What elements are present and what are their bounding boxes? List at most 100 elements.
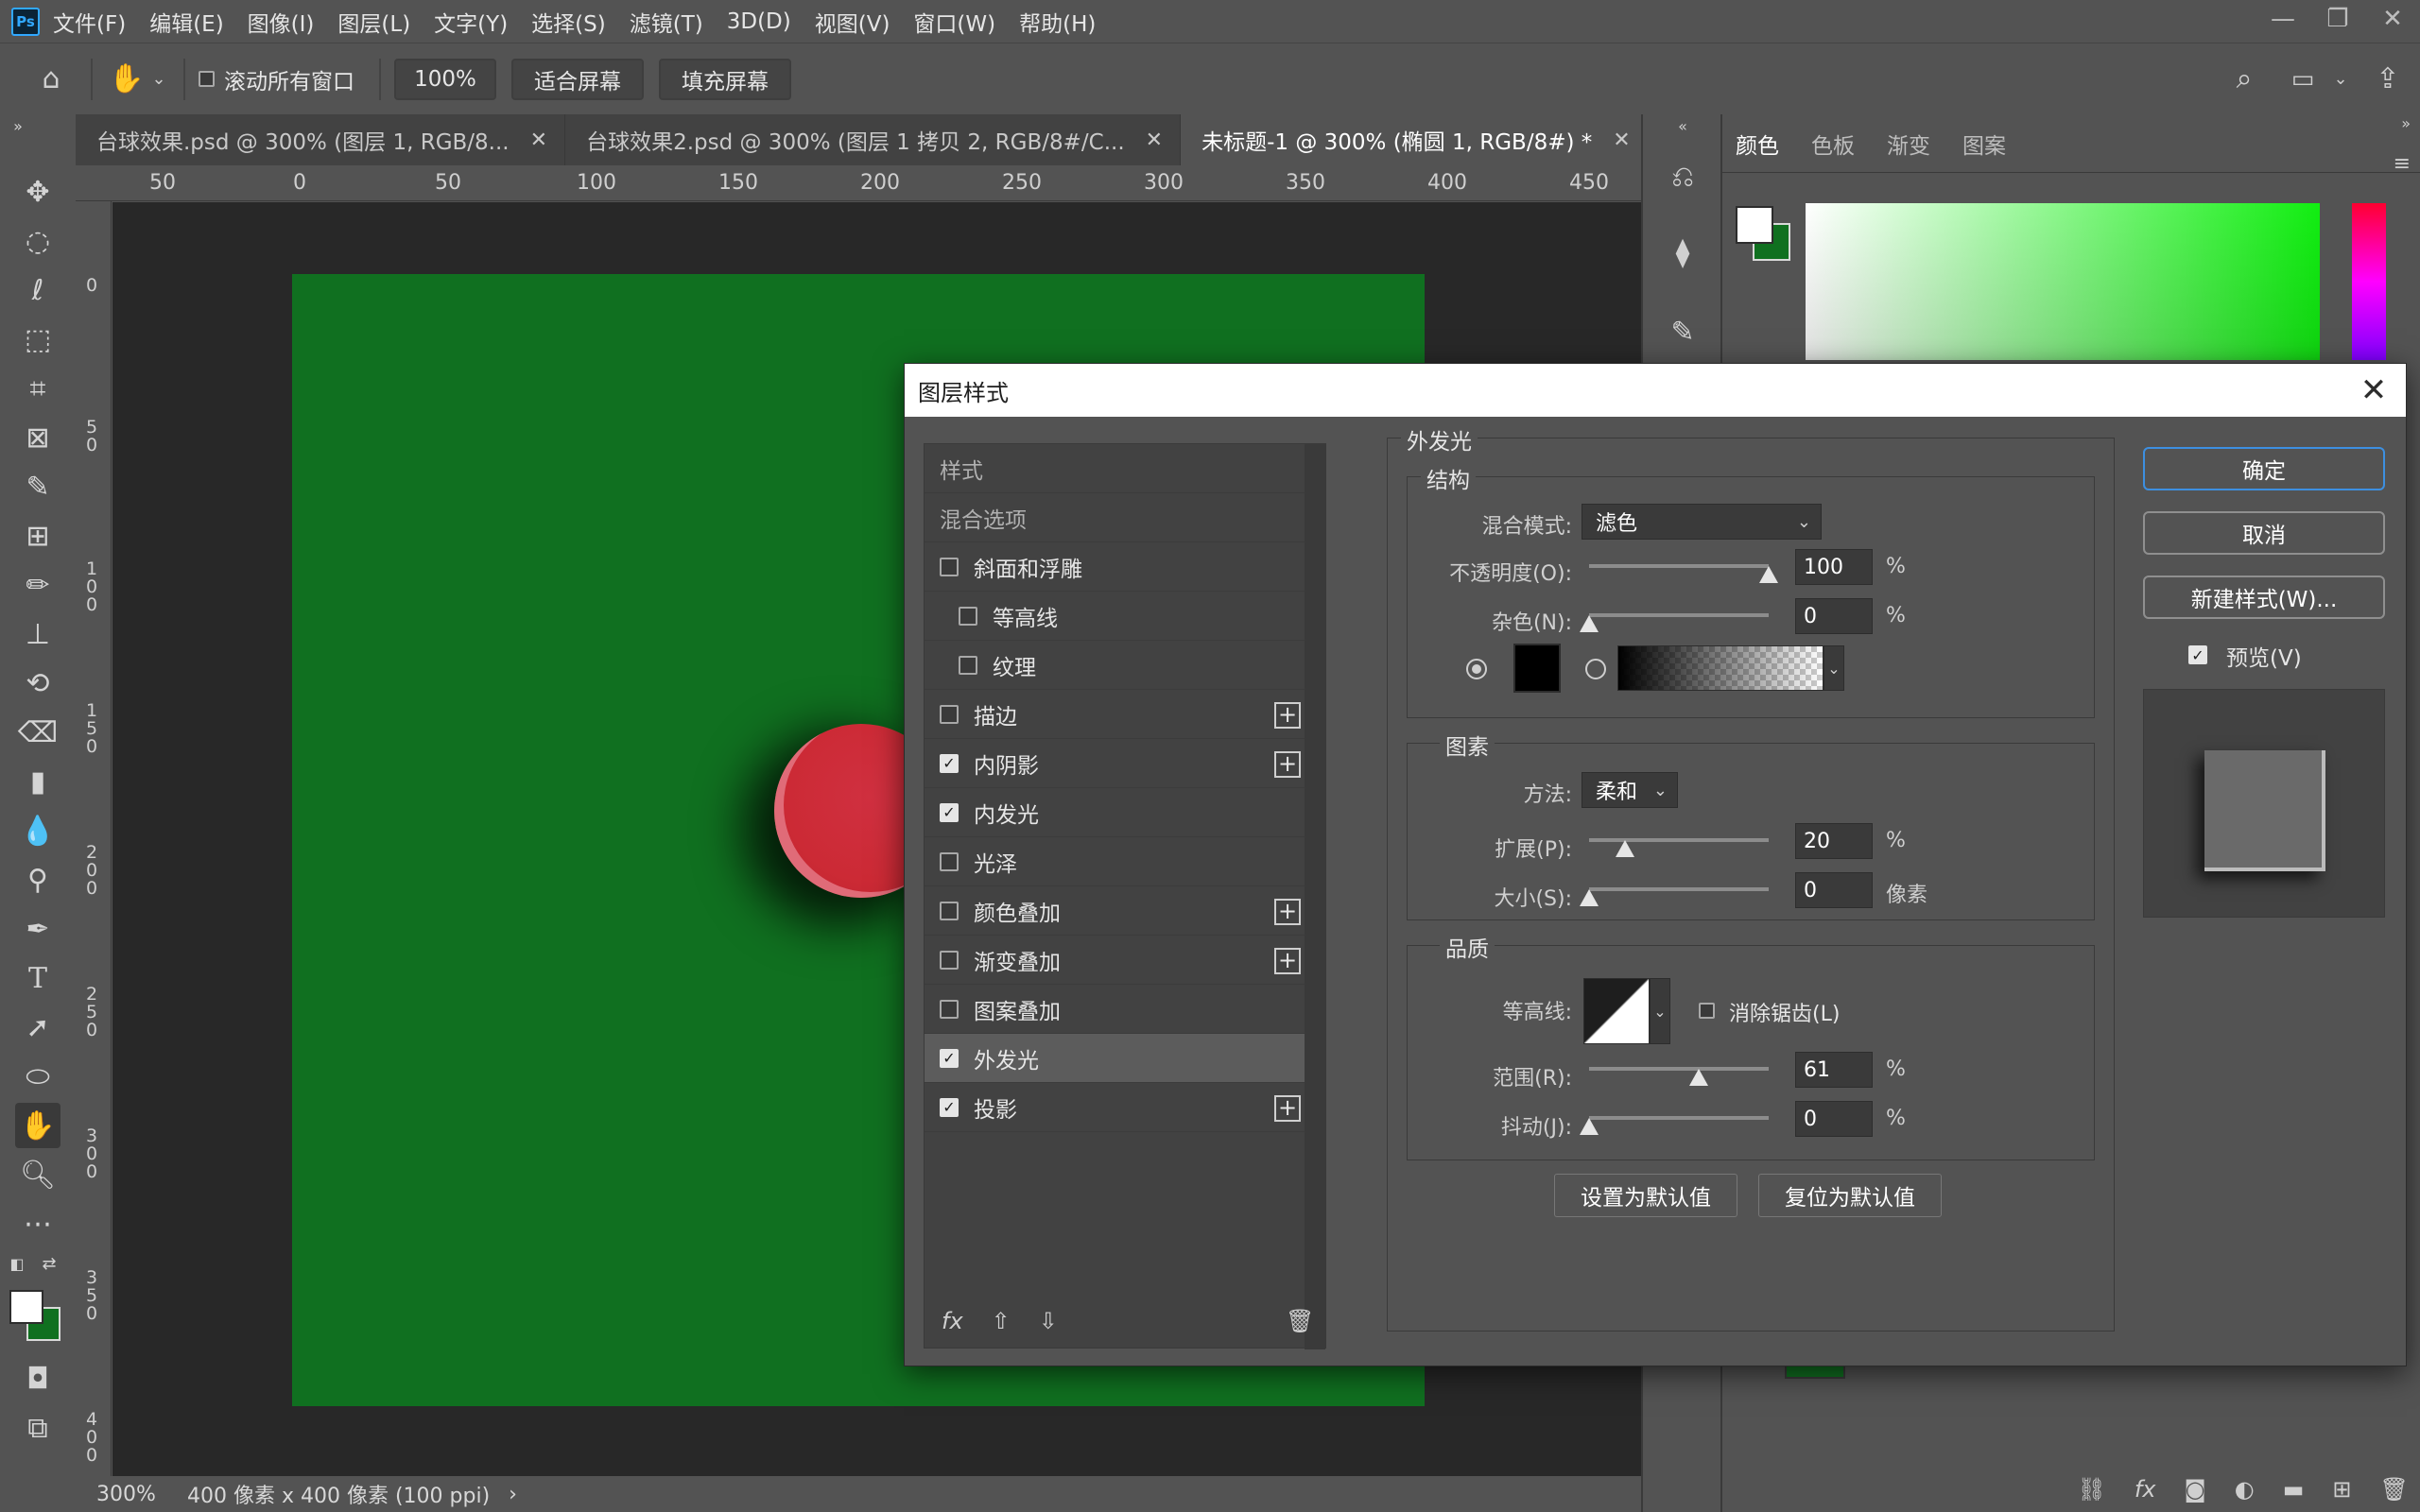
style-item[interactable]: ✓ 外发光 <box>925 1034 1306 1083</box>
collapse-toolbar-icon[interactable]: » <box>4 114 32 137</box>
crop-tool-icon[interactable]: ⌗ <box>15 366 60 411</box>
fit-screen-button[interactable]: 适合屏幕 <box>511 58 644 100</box>
gradient-dropdown-icon[interactable]: ⌄ <box>1824 645 1844 691</box>
size-input[interactable]: 0 <box>1795 872 1873 908</box>
lasso-tool-icon[interactable]: ℓ <box>15 267 60 313</box>
path-selection-tool-icon[interactable]: ➚ <box>15 1005 60 1050</box>
style-list-scrollbar[interactable] <box>1305 444 1325 1349</box>
frame-tool-icon[interactable]: ⊠ <box>15 415 60 460</box>
jitter-slider[interactable] <box>1589 1116 1769 1120</box>
move-tool-icon[interactable]: ✥ <box>15 169 60 215</box>
close-icon[interactable]: ✕ <box>1146 129 1163 152</box>
noise-input[interactable]: 0 <box>1795 598 1873 634</box>
color-picker-field[interactable] <box>1806 203 2320 360</box>
menu-help[interactable]: 帮助(H) <box>1019 6 1096 38</box>
menu-3d[interactable]: 3D(D) <box>727 9 791 34</box>
style-checkbox[interactable] <box>940 704 959 724</box>
reset-to-default-button[interactable]: 复位为默认值 <box>1758 1174 1942 1217</box>
brush-settings-icon[interactable]: ✎ <box>1662 311 1703 352</box>
3d-panel-icon[interactable]: ⧫ <box>1662 232 1703 273</box>
range-slider-thumb[interactable] <box>1688 1069 1708 1086</box>
jitter-slider-thumb[interactable] <box>1580 1118 1599 1135</box>
method-select[interactable]: 柔和 ⌄ <box>1582 772 1678 808</box>
menu-file[interactable]: 文件(F) <box>53 6 126 38</box>
gradient-swatch[interactable] <box>1617 645 1824 691</box>
foreground-color-swatch[interactable] <box>1736 206 1773 244</box>
panel-menu-icon[interactable]: ≡ <box>2394 152 2411 176</box>
close-icon[interactable]: ✕ <box>1613 129 1630 152</box>
blend-mode-select[interactable]: 滤色 ⌄ <box>1582 504 1822 540</box>
style-item[interactable]: ✓ 内发光 <box>925 788 1306 837</box>
tab-document-2[interactable]: 台球效果2.psd @ 300% (图层 1 拷贝 2, RGB/8#/C...… <box>565 114 1182 165</box>
menu-layer[interactable]: 图层(L) <box>337 6 410 38</box>
fx-icon[interactable]: fx <box>2135 1476 2156 1503</box>
zoom-tool-icon[interactable]: 🔍︎ <box>15 1152 60 1197</box>
style-item[interactable]: 图案叠加 <box>925 985 1306 1034</box>
menu-edit[interactable]: 编辑(E) <box>149 6 223 38</box>
solid-color-radio[interactable] <box>1466 659 1487 679</box>
contour-dropdown-icon[interactable]: ⌄ <box>1650 978 1670 1044</box>
healing-brush-tool-icon[interactable]: ⊞ <box>15 513 60 558</box>
style-checkbox[interactable]: ✓ <box>940 1048 959 1068</box>
stamp-tool-icon[interactable]: ⊥ <box>15 611 60 657</box>
blur-tool-icon[interactable]: 💧 <box>15 808 60 853</box>
quick-mask-icon[interactable]: ◘ <box>15 1356 60 1401</box>
workspace-chevron-icon[interactable]: ⌄ <box>2329 69 2352 89</box>
home-icon[interactable]: ⌂ <box>25 62 78 95</box>
menu-view[interactable]: 视图(V) <box>815 6 890 38</box>
eraser-tool-icon[interactable]: ⌫ <box>15 710 60 755</box>
opacity-slider-thumb[interactable] <box>1759 566 1778 583</box>
swap-colors-icon[interactable]: ⇄ <box>38 1252 60 1275</box>
minimize-icon[interactable]: — <box>2256 0 2310 38</box>
style-item[interactable]: ✓ 内阴影 + <box>925 739 1306 788</box>
scroll-all-windows-checkbox[interactable] <box>199 71 215 87</box>
zoom-level-field[interactable]: 100% <box>394 58 496 100</box>
hand-tool-icon[interactable]: ✋ <box>106 62 147 95</box>
preview-checkbox[interactable]: ✓ <box>2188 645 2207 664</box>
status-more-icon[interactable]: › <box>509 1483 517 1506</box>
spread-slider-thumb[interactable] <box>1616 840 1634 857</box>
style-item[interactable]: ✓ 投影 + <box>925 1083 1306 1132</box>
delete-effect-icon[interactable]: 🗑︎ <box>1286 1308 1314 1334</box>
style-checkbox[interactable] <box>940 557 959 576</box>
fx-icon[interactable]: fx <box>942 1308 963 1334</box>
style-item[interactable]: 颜色叠加 + <box>925 886 1306 936</box>
collapse-panels-icon[interactable]: « <box>1662 114 1703 137</box>
menu-type[interactable]: 文字(Y) <box>434 6 508 38</box>
gradient-tool-icon[interactable]: ▮ <box>15 759 60 804</box>
style-checkbox[interactable] <box>940 950 959 970</box>
style-item[interactable]: 等高线 <box>925 592 1306 641</box>
close-window-icon[interactable]: ✕ <box>2365 0 2420 38</box>
type-tool-icon[interactable]: T <box>15 955 60 1001</box>
add-effect-icon[interactable]: + <box>1274 899 1301 925</box>
new-style-button[interactable]: 新建样式(W)... <box>2143 576 2385 619</box>
pen-tool-icon[interactable]: ✒ <box>15 906 60 952</box>
foreground-color-swatch[interactable] <box>9 1290 43 1324</box>
eyedropper-tool-icon[interactable]: ✎ <box>15 464 60 509</box>
tab-swatches[interactable]: 色板 <box>1811 128 1855 160</box>
anti-alias-checkbox[interactable] <box>1699 1003 1715 1019</box>
adjustment-layer-icon[interactable]: ◐ <box>2235 1476 2255 1503</box>
new-layer-icon[interactable]: ⊞ <box>2332 1476 2351 1503</box>
hand-tool-icon[interactable]: ✋ <box>15 1103 60 1148</box>
ok-button[interactable]: 确定 <box>2143 447 2385 490</box>
delete-layer-icon[interactable]: 🗑︎ <box>2380 1476 2409 1503</box>
history-panel-icon[interactable]: ⎌ <box>1662 156 1703 198</box>
gradient-radio[interactable] <box>1585 659 1606 679</box>
marquee-tool-icon[interactable]: ◌ <box>15 218 60 264</box>
contour-preview[interactable] <box>1583 978 1650 1044</box>
move-down-icon[interactable]: ⇩ <box>1039 1308 1058 1334</box>
add-effect-icon[interactable]: + <box>1274 751 1301 778</box>
glow-color-swatch[interactable] <box>1513 644 1561 693</box>
close-icon[interactable]: ✕ <box>2355 371 2393 409</box>
style-checkbox[interactable]: ✓ <box>940 1097 959 1117</box>
more-tools-icon[interactable]: ⋯ <box>15 1201 60 1246</box>
restore-icon[interactable]: ❐ <box>2310 0 2365 38</box>
range-input[interactable]: 61 <box>1795 1052 1873 1088</box>
make-default-button[interactable]: 设置为默认值 <box>1554 1174 1737 1217</box>
tab-gradients[interactable]: 渐变 <box>1887 128 1930 160</box>
expand-panels-icon[interactable]: » <box>2401 114 2411 132</box>
tab-color[interactable]: 颜色 <box>1736 128 1779 160</box>
style-checkbox[interactable] <box>940 901 959 920</box>
object-selection-tool-icon[interactable]: ⬚ <box>15 317 60 362</box>
